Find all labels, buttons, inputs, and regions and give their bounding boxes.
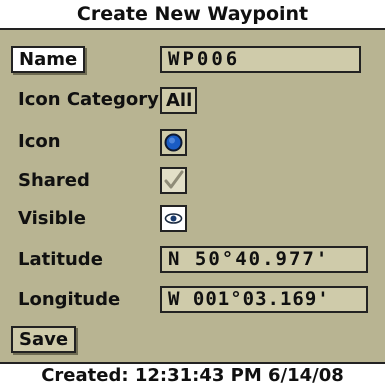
visible-label: Visible bbox=[18, 208, 86, 229]
longitude-field[interactable]: W 001°03.169' bbox=[160, 286, 368, 313]
eye-icon bbox=[164, 213, 183, 224]
visible-toggle[interactable] bbox=[160, 205, 187, 232]
latitude-field[interactable]: N 50°40.977' bbox=[160, 246, 368, 273]
icon-picker[interactable] bbox=[160, 129, 187, 156]
icon-category-label: Icon Category bbox=[18, 89, 159, 110]
shared-label: Shared bbox=[18, 170, 90, 191]
checkmark-icon bbox=[164, 170, 184, 189]
icon-category-select[interactable]: All bbox=[160, 87, 197, 114]
blue-circle-waypoint-icon bbox=[164, 133, 183, 152]
icon-label: Icon bbox=[18, 131, 61, 152]
shared-checkbox[interactable] bbox=[160, 167, 187, 194]
name-label[interactable]: Name bbox=[11, 46, 86, 73]
dialog-title: Create New Waypoint bbox=[0, 0, 385, 30]
created-timestamp: Created: 12:31:43 PM 6/14/08 bbox=[0, 362, 385, 388]
longitude-label: Longitude bbox=[18, 289, 121, 310]
save-button[interactable]: Save bbox=[11, 326, 77, 353]
latitude-label: Latitude bbox=[18, 249, 103, 270]
create-waypoint-dialog: Create New Waypoint Name WP006 Icon Cate… bbox=[0, 0, 385, 388]
name-field[interactable]: WP006 bbox=[160, 46, 361, 73]
